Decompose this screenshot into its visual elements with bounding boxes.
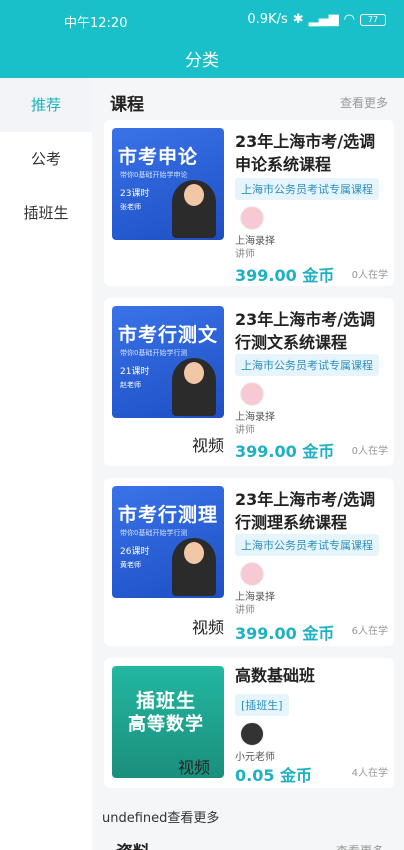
sidebar-item-transfer[interactable]: 插班生 <box>0 186 92 240</box>
thumb-subtitle: 带你0基础开始学行测 <box>120 529 188 537</box>
course-title[interactable]: 23年上海市考/选调行测文系统课程 <box>235 308 389 354</box>
thumb-teacher: 黄老师 <box>120 561 141 569</box>
thumb-lessons: 23课时 <box>120 189 150 199</box>
course-tag: 上海市公务员考试专属课程 <box>235 354 379 376</box>
undefined-see-more[interactable]: undefined查看更多 <box>102 807 219 826</box>
teacher-portrait <box>172 358 216 416</box>
courses-section-header: 课程 查看更多 <box>110 90 388 115</box>
teacher-role: 讲师 <box>235 605 255 616</box>
course-card[interactable]: 市考申论 带你0基础开始学申论 23课时 张老师 视频 23年上海市考/选调申论… <box>104 120 394 321</box>
course-thumbnail: 市考行测理 带你0基础开始学行测 26课时 黄老师 <box>112 486 224 598</box>
sidebar-item-civil-exam[interactable]: 公考 <box>0 132 92 186</box>
teacher-role: 讲师 <box>235 425 255 436</box>
course-thumbnail: 市考行测文 带你0基础开始学行测 21课时 赵老师 <box>112 306 224 418</box>
course-tag: 上海市公务员考试专属课程 <box>235 178 379 200</box>
top-bar: 中午12:20 0.9K/s ✱ ▂▄▆ ◠ 77 分类 <box>0 0 404 78</box>
teacher-role: 讲师 <box>235 249 255 260</box>
thumb-teacher: 赵老师 <box>120 381 141 389</box>
course-title[interactable]: 23年上海市考/选调申论系统课程 <box>235 130 389 176</box>
thumb-heading: 市考行测文 <box>118 324 219 346</box>
sidebar-item-recommend[interactable]: 推荐 <box>0 78 92 132</box>
course-price: 399.00 金币 <box>235 266 335 285</box>
thumb-heading: 插班生 <box>136 690 197 712</box>
course-title[interactable]: 高数基础班 <box>235 664 389 687</box>
thumb-teacher: 张老师 <box>120 203 141 211</box>
thumb-subtitle: 带你0基础开始学申论 <box>120 171 188 179</box>
network-speed: 0.9K/s <box>247 12 288 27</box>
learner-count: 4人在学 <box>351 768 388 779</box>
section-title: 课程 <box>110 95 144 115</box>
learner-count: 6人在学 <box>351 626 388 637</box>
course-price: 399.00 金币 <box>235 442 335 461</box>
battery-icon: 77 <box>360 13 386 26</box>
teacher-avatar <box>240 382 264 406</box>
thumb-subtitle: 高等数学 <box>128 714 204 735</box>
thumb-lessons: 21课时 <box>120 367 150 377</box>
thumb-lessons: 26课时 <box>120 547 150 557</box>
bluetooth-icon: ✱ <box>292 12 304 27</box>
teacher-avatar <box>240 562 264 586</box>
learner-count: 0人在学 <box>351 270 388 281</box>
next-section-title: 资料 <box>116 838 150 850</box>
course-price: 0.05 金币 <box>235 766 313 785</box>
course-thumbnail: 市考申论 带你0基础开始学申论 23课时 张老师 <box>112 128 224 240</box>
next-section-more[interactable]: 查看更多 <box>336 842 384 850</box>
teacher-avatar <box>240 722 264 746</box>
category-sidebar: 推荐 公考 插班生 <box>0 78 92 850</box>
signal-icon: ▂▄▆ <box>308 12 339 27</box>
course-tag: [插班生] <box>235 694 289 716</box>
course-tag: 上海市公务员考试专属课程 <box>235 534 379 556</box>
course-card[interactable]: 插班生 高等数学 视频 高数基础班 [插班生] 小元老师 0.05 金币 4人在… <box>104 658 394 788</box>
course-card[interactable]: 市考行测文 带你0基础开始学行测 21课时 赵老师 视频 23年上海市考/选调行… <box>104 298 394 466</box>
teacher-name: 小元老师 <box>235 752 275 763</box>
thumb-heading: 市考申论 <box>118 146 199 168</box>
see-more-link[interactable]: 查看更多 <box>340 94 388 111</box>
status-bar: 中午12:20 0.9K/s ✱ ▂▄▆ ◠ 77 <box>0 12 404 32</box>
course-card[interactable]: 市考行测理 带你0基础开始学行测 26课时 黄老师 视频 23年上海市考/选调行… <box>104 478 394 646</box>
status-right: 0.9K/s ✱ ▂▄▆ ◠ 77 <box>247 12 386 27</box>
main-content: 课程 查看更多 市考申论 带你0基础开始学申论 23课时 张老师 视频 23年上… <box>92 78 404 850</box>
video-badge: 视频 <box>178 758 211 777</box>
teacher-avatar <box>240 206 264 230</box>
thumb-heading: 市考行测理 <box>118 504 219 526</box>
course-title[interactable]: 23年上海市考/选调行测理系统课程 <box>235 488 389 534</box>
video-badge: 视频 <box>192 618 225 637</box>
teacher-portrait <box>172 538 216 596</box>
video-badge: 视频 <box>192 436 225 455</box>
thumb-subtitle: 带你0基础开始学行测 <box>120 349 188 357</box>
wifi-icon: ◠ <box>343 12 355 27</box>
page-title: 分类 <box>185 51 219 71</box>
learner-count: 0人在学 <box>351 446 388 457</box>
teacher-portrait <box>172 180 216 238</box>
status-time: 中午12:20 <box>64 16 128 31</box>
course-price: 399.00 金币 <box>235 624 335 643</box>
